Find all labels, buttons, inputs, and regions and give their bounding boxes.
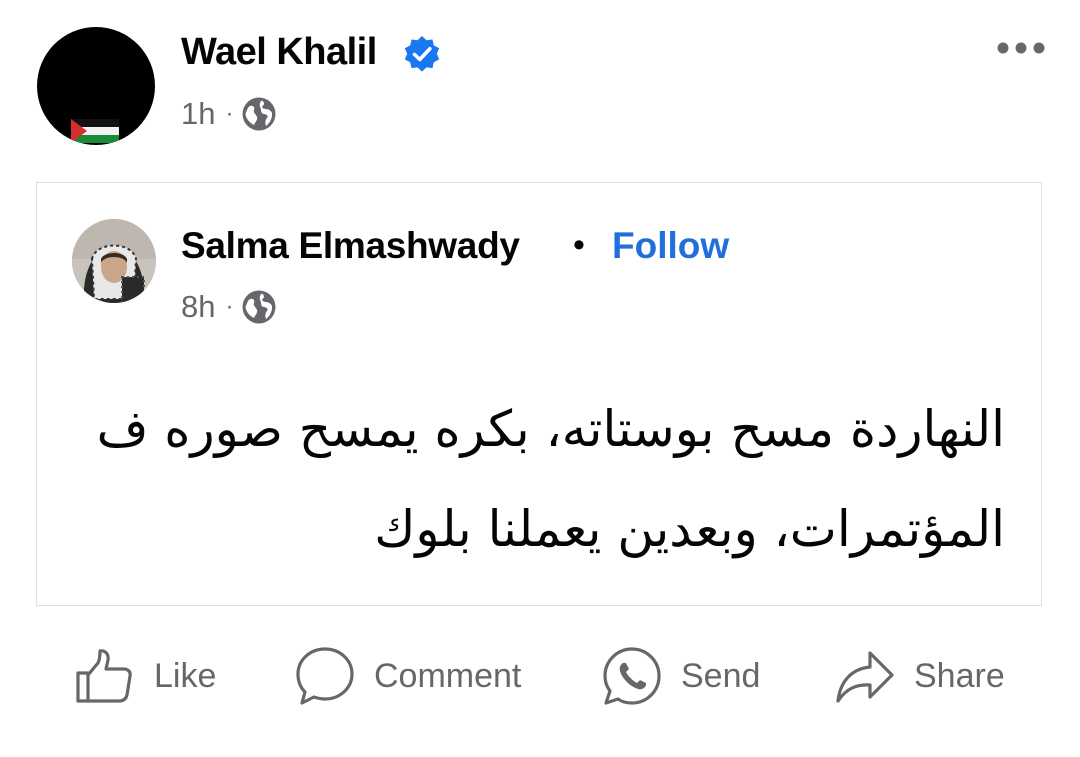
- send-label: Send: [681, 656, 761, 695]
- like-label: Like: [154, 656, 217, 695]
- meta-separator: ·: [225, 100, 234, 127]
- shared-post-meta: 8h ·: [181, 285, 277, 329]
- profile-photo: [72, 219, 156, 303]
- name-separator: •: [573, 226, 585, 264]
- shared-post-timestamp[interactable]: 8h: [181, 289, 215, 325]
- comment-label: Comment: [374, 656, 522, 695]
- follow-button[interactable]: Follow: [612, 225, 729, 267]
- comment-button[interactable]: Comment: [294, 636, 521, 716]
- globe-icon: [242, 290, 276, 324]
- comment-bubble-icon: [296, 647, 354, 705]
- share-arrow-icon: [836, 651, 894, 703]
- like-button[interactable]: Like: [74, 636, 216, 716]
- shared-author-name[interactable]: Salma Elmashwady: [181, 225, 520, 267]
- post-action-bar: Like Comment Send Share: [0, 636, 1080, 716]
- post-header: Wael Khalil 1h ·: [0, 0, 1080, 160]
- palestine-flag-icon: [71, 119, 119, 143]
- post-meta: 1h ·: [181, 92, 277, 136]
- globe-icon: [242, 97, 276, 131]
- whatsapp-icon: [603, 647, 661, 705]
- share-label: Share: [914, 656, 1005, 695]
- author-name[interactable]: Wael Khalil: [181, 31, 377, 74]
- shared-author-avatar[interactable]: [72, 219, 156, 303]
- shared-post-card[interactable]: Salma Elmashwady • Follow 8h · النهاردة …: [36, 182, 1042, 606]
- more-options-icon[interactable]: [996, 38, 1046, 58]
- shared-post-text: النهاردة مسح بوستاته، بكره يمسح صوره ف ا…: [96, 400, 1005, 558]
- send-button[interactable]: Send: [601, 636, 760, 716]
- author-avatar[interactable]: [37, 27, 155, 145]
- meta-separator: ·: [225, 293, 234, 320]
- share-button[interactable]: Share: [834, 636, 1005, 716]
- post-timestamp[interactable]: 1h: [181, 96, 215, 132]
- thumbs-up-icon: [76, 649, 132, 703]
- verified-badge-icon: [404, 36, 440, 72]
